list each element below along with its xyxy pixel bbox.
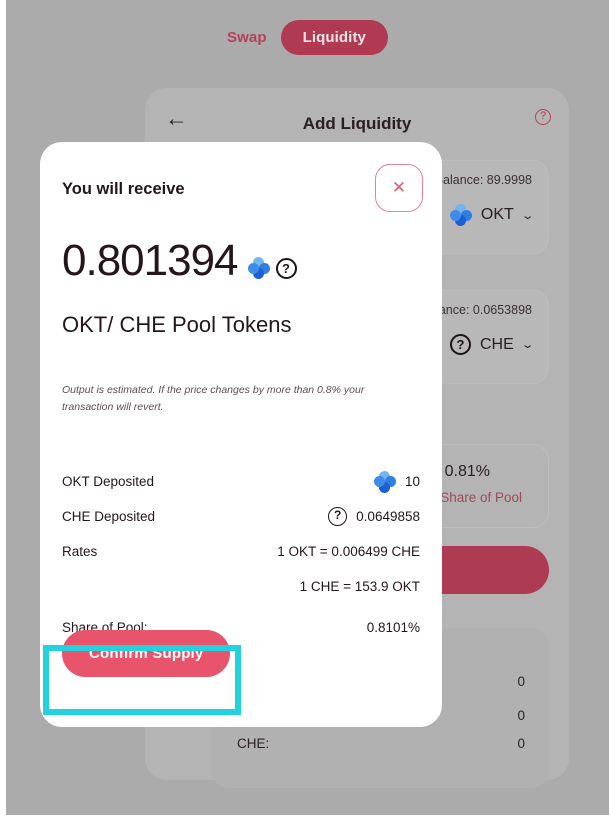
chevron-down-icon: ⌄ <box>520 209 535 222</box>
summary-value: 0 <box>517 708 525 723</box>
detail-row-rates: Rates 1 OKT = 0.006499 CHE <box>62 534 420 569</box>
detail-value: 1 OKT = 0.006499 CHE <box>277 544 420 559</box>
receive-amount-row: 0.801394 ? <box>62 239 297 283</box>
receive-amount: 0.801394 <box>62 236 239 285</box>
card-header: Add Liquidity <box>145 104 569 144</box>
estimate-disclaimer: Output is estimated. If the price change… <box>62 384 365 414</box>
detail-value-group: 10 <box>373 470 420 493</box>
token-symbol-okt: OKT <box>480 206 514 223</box>
confirm-button-wrap: Confirm Supply <box>62 630 231 677</box>
summary-row: CHE: 0 <box>237 736 525 751</box>
detail-row-rates-inverse: 1 CHE = 153.9 OKT <box>62 569 420 604</box>
token-symbol-che: CHE <box>480 335 514 353</box>
question-token-icon: ? <box>450 334 471 355</box>
question-token-icon: ? <box>328 507 348 526</box>
pool-share-percent: 0.81% <box>444 463 490 480</box>
confirm-supply-modal: You will receive ✕ 0.801394 ? OKT/ CHE P… <box>40 142 442 727</box>
pair-icons: ? <box>247 257 297 283</box>
pool-token-pair-label: OKT/ CHE Pool Tokens <box>62 312 292 337</box>
modal-title: You will receive <box>62 180 185 198</box>
chevron-down-icon: ⌄ <box>520 339 535 351</box>
detail-value: 0.0649858 <box>356 509 420 524</box>
okt-token-icon <box>449 204 472 226</box>
pool-share-label: Share of Pool <box>440 490 522 505</box>
tab-swap[interactable]: Swap <box>227 29 267 46</box>
balance-label-okt: Balance: 89.9998 <box>434 173 532 187</box>
transaction-details: OKT Deposited 10 CHE Deposited ? 0.06498… <box>62 464 420 645</box>
detail-label: OKT Deposited <box>62 474 155 489</box>
close-button[interactable]: ✕ <box>375 164 423 212</box>
app-root: Swap Liquidity ← Add Liquidity ? Balance… <box>0 0 609 819</box>
token-select-che[interactable]: ? CHE ⌄ <box>450 334 535 355</box>
help-icon[interactable]: ? <box>535 109 551 125</box>
detail-value: 10 <box>404 474 420 489</box>
token-select-okt[interactable]: OKT ⌄ <box>449 204 535 226</box>
detail-row-che-deposited: CHE Deposited ? 0.0649858 <box>62 499 420 534</box>
okt-token-icon <box>247 257 270 279</box>
detail-label: CHE Deposited <box>62 509 156 524</box>
summary-value: 0 <box>517 736 525 751</box>
page-title: Add Liquidity <box>302 114 412 133</box>
detail-value: 0.8101% <box>366 620 420 635</box>
detail-value: 1 CHE = 153.9 OKT <box>299 579 420 594</box>
detail-label: Rates <box>62 544 98 559</box>
tab-liquidity[interactable]: Liquidity <box>280 20 388 55</box>
close-icon: ✕ <box>391 178 407 197</box>
summary-label: CHE: <box>237 736 270 751</box>
detail-row-okt-deposited: OKT Deposited 10 <box>62 464 420 499</box>
mode-tabs: Swap Liquidity <box>6 20 609 55</box>
summary-value: 0 <box>517 674 525 689</box>
detail-value-group: ? 0.0649858 <box>328 507 420 526</box>
okt-token-icon <box>373 470 396 493</box>
question-token-icon: ? <box>275 257 297 279</box>
confirm-supply-button[interactable]: Confirm Supply <box>62 630 231 677</box>
